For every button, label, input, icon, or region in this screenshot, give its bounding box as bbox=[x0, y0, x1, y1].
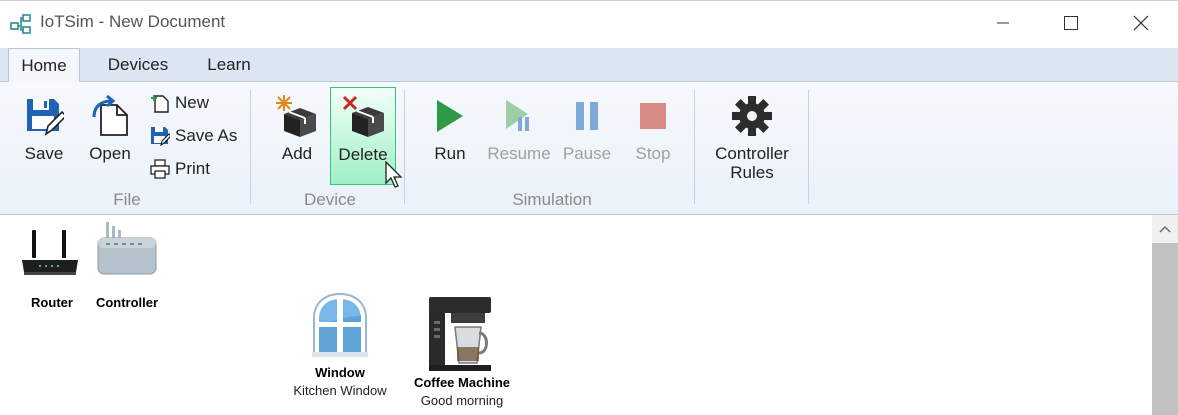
add-label: Add bbox=[281, 144, 313, 163]
file-group-label: File bbox=[113, 190, 141, 209]
pause-icon bbox=[565, 94, 609, 138]
mouse-cursor-icon bbox=[384, 160, 406, 194]
coffee-machine-device[interactable] bbox=[427, 295, 493, 378]
scrollbar-thumb[interactable] bbox=[1152, 243, 1178, 415]
chevron-up-icon bbox=[1159, 226, 1171, 233]
maximize-icon bbox=[1064, 16, 1078, 30]
maximize-button[interactable] bbox=[1049, 4, 1093, 42]
group-separator bbox=[694, 90, 695, 204]
resume-label: Resume bbox=[487, 144, 551, 163]
save-label: Save bbox=[24, 144, 64, 163]
stop-button[interactable]: Stop bbox=[627, 94, 679, 164]
close-icon bbox=[1133, 15, 1149, 31]
window-device[interactable] bbox=[310, 292, 370, 363]
tab-devices[interactable]: Devices bbox=[95, 48, 181, 81]
device-label: Coffee Machine bbox=[413, 375, 511, 390]
close-button[interactable] bbox=[1119, 4, 1163, 42]
open-button[interactable]: Open bbox=[84, 94, 136, 164]
stop-icon bbox=[631, 94, 675, 138]
group-separator bbox=[404, 90, 405, 204]
minimize-icon bbox=[997, 22, 1009, 24]
window-title: IoTSim - New Document bbox=[40, 12, 226, 31]
simulation-canvas[interactable] bbox=[0, 215, 1152, 415]
resume-icon bbox=[497, 94, 541, 138]
device-label: Controller bbox=[95, 295, 159, 310]
device-subtitle: Kitchen Window bbox=[293, 383, 387, 398]
group-separator bbox=[808, 90, 809, 204]
gear-icon bbox=[730, 94, 774, 138]
window-icon bbox=[312, 292, 368, 357]
delete-box-icon bbox=[341, 95, 385, 139]
tab-learn[interactable]: Learn bbox=[195, 48, 263, 81]
open-label: Open bbox=[89, 144, 131, 163]
controller-rules-label-line2: Rules bbox=[730, 163, 774, 182]
add-box-icon bbox=[275, 94, 319, 138]
simulation-group-label: Simulation bbox=[512, 190, 592, 209]
run-button[interactable]: Run bbox=[424, 94, 476, 164]
new-file-icon bbox=[149, 92, 171, 114]
coffee-machine-icon bbox=[429, 297, 491, 371]
app-icon bbox=[10, 13, 32, 35]
play-icon bbox=[428, 94, 472, 138]
controller-rules-button[interactable]: Controller Rules bbox=[705, 94, 799, 182]
resume-button[interactable]: Resume bbox=[486, 94, 552, 164]
pause-label: Pause bbox=[562, 144, 612, 163]
group-separator bbox=[250, 90, 251, 204]
stop-label: Stop bbox=[635, 144, 671, 163]
add-device-button[interactable]: Add bbox=[271, 94, 323, 164]
save-as-label: Save As bbox=[175, 126, 238, 145]
controller-hub-icon bbox=[97, 222, 157, 275]
save-icon bbox=[22, 94, 66, 138]
pause-button[interactable]: Pause bbox=[561, 94, 613, 164]
scroll-up-button[interactable] bbox=[1152, 215, 1178, 243]
tab-home[interactable]: Home bbox=[8, 48, 80, 82]
new-button[interactable]: New bbox=[149, 91, 209, 115]
save-as-button[interactable]: Save As bbox=[149, 124, 237, 148]
open-file-icon bbox=[88, 94, 132, 138]
controller-device[interactable] bbox=[96, 220, 158, 283]
delete-label: Delete bbox=[338, 145, 388, 164]
print-button[interactable]: Print bbox=[149, 157, 210, 181]
printer-icon bbox=[149, 158, 171, 180]
save-button[interactable]: Save bbox=[18, 94, 70, 164]
new-label: New bbox=[175, 93, 210, 112]
save-as-icon bbox=[149, 125, 171, 147]
router-icon bbox=[22, 230, 78, 275]
run-label: Run bbox=[434, 144, 466, 163]
minimize-button[interactable] bbox=[981, 4, 1025, 42]
device-label: Router bbox=[31, 295, 73, 310]
controller-rules-label-line1: Controller bbox=[715, 144, 789, 163]
device-subtitle: Good morning bbox=[420, 393, 504, 408]
device-label: Window bbox=[315, 365, 365, 380]
print-label: Print bbox=[175, 159, 210, 178]
device-group-label: Device bbox=[304, 190, 356, 209]
router-device[interactable] bbox=[20, 228, 80, 283]
